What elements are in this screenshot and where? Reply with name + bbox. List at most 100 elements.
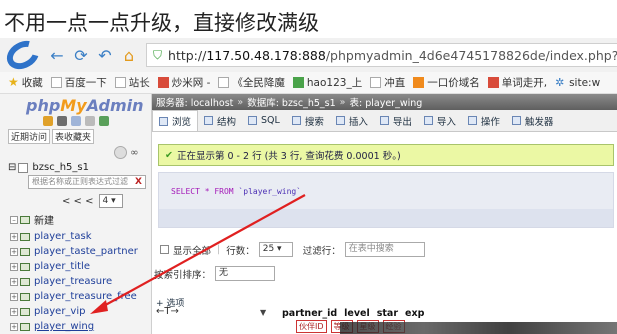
gear-icon: ✲ (555, 76, 565, 89)
bookmark-item[interactable]: 《全民降魔 (218, 75, 285, 90)
tree-table-item[interactable]: + player_vip (10, 304, 138, 319)
filter-placeholder: 根据名称或正则表达式过滤 (32, 177, 128, 186)
table-icon (20, 307, 30, 316)
pager-page-select[interactable]: 4 ▾ (98, 194, 123, 208)
browser-toolbar: ← ⟳ ↶ ⌂ ⛉ http://117.50.48.178:888/phpmy… (0, 35, 617, 75)
tab-search[interactable]: 搜索 (286, 110, 330, 131)
tab-insert[interactable]: 插入 (330, 110, 374, 131)
collapse-link-control[interactable]: ∞ (114, 146, 139, 159)
expand-icon: + (10, 307, 18, 316)
tab-export[interactable]: 导出 (374, 110, 418, 131)
structure-icon (204, 116, 214, 125)
tab-structure[interactable]: 结构 (198, 110, 242, 131)
pager-prev-button[interactable]: < < < (62, 196, 94, 207)
bookmark-item[interactable]: 冲直 (370, 75, 405, 90)
tab-triggers[interactable]: 触发器 (506, 110, 560, 131)
back-icon[interactable]: ← (46, 44, 68, 66)
bookmark-item[interactable]: ✲ site:w (555, 77, 600, 89)
table-pager: < < < 4 ▾ (62, 194, 123, 208)
tab-recent[interactable]: 近期访问 (8, 128, 51, 144)
table-icon (20, 322, 30, 331)
logo-my: My (60, 96, 87, 115)
breadcrumb-table[interactable]: 表: player_wing (349, 95, 422, 109)
bookmark-item[interactable]: 单词走开, (487, 75, 547, 90)
expand-icon: + (10, 262, 18, 271)
column-header[interactable]: exp (405, 308, 424, 319)
bookmark-item[interactable]: 一口价域名 (413, 75, 480, 90)
tree-table-item[interactable]: + player_task (10, 229, 138, 244)
tab-operations[interactable]: 操作 (462, 110, 506, 131)
tab-browse[interactable]: 浏览 (152, 110, 199, 131)
expand-icon: ⊟ (8, 162, 17, 173)
column-arrows[interactable]: ←T→ (156, 306, 179, 317)
tree-item-label: player_treasure_free (34, 291, 137, 302)
tab-sql[interactable]: SQL (242, 110, 286, 131)
site-icon (292, 77, 304, 88)
reload-icon[interactable] (98, 116, 109, 126)
bookmark-label: hao123_上 (306, 77, 363, 89)
tree-table-item[interactable]: + player_treasure_free (10, 289, 138, 304)
rows-label: 行数： (226, 245, 255, 257)
tab-import[interactable]: 导入 (418, 110, 462, 131)
home-icon[interactable]: ⌂ (118, 44, 140, 66)
export-icon (379, 116, 389, 125)
filter-rows-label: 过滤行： (302, 245, 341, 257)
tree-new-item[interactable]: – 新建 (10, 212, 138, 227)
bookmark-item[interactable]: hao123_上 (292, 75, 363, 90)
tab-label: 结构 (217, 116, 237, 128)
site-icon (413, 77, 425, 88)
star-icon: ★ (8, 75, 19, 89)
show-all-checkbox[interactable] (160, 245, 169, 254)
bookmark-label: site:w (569, 76, 601, 89)
bookmark-item[interactable]: 百度一下 (50, 75, 107, 90)
tree-table-item-active[interactable]: + player_wing (10, 319, 138, 334)
db-tree-node[interactable]: ⊟ bzsc_h5_s1 (8, 162, 89, 173)
bookmark-favorites[interactable]: ★ 收藏 (8, 75, 43, 90)
expand-icon: + (10, 247, 18, 256)
filter-rows-input[interactable]: 在表中搜索 (344, 242, 425, 257)
sql-table-name: `player_wing` (238, 187, 302, 196)
settings-icon[interactable] (84, 116, 95, 126)
collapse-icon (114, 146, 127, 159)
docs-icon[interactable] (70, 116, 81, 126)
url-path: /phpmyadmin_4d6e4745178826de/index.php?d… (325, 47, 617, 63)
table-filter-input[interactable]: 根据名称或正则表达式过滤 X (28, 175, 146, 189)
rows-select[interactable]: 25 ▾ (258, 242, 293, 257)
breadcrumb-database[interactable]: 数据库: bzsc_h5_s1 (247, 95, 335, 109)
bookmark-label: 收藏 (21, 77, 43, 89)
expand-icon: + (10, 322, 18, 331)
home-icon[interactable] (42, 116, 53, 126)
bookmark-label: 百度一下 (64, 77, 107, 89)
address-bar[interactable]: ⛉ http://117.50.48.178:888/phpmyadmin_4d… (146, 43, 617, 67)
tree-table-item[interactable]: + player_taste_partner (10, 244, 138, 259)
breadcrumb-server[interactable]: 服务器: localhost (156, 95, 233, 109)
pma-quick-icons (0, 114, 151, 128)
expand-icon: – (10, 215, 18, 224)
expand-icon: + (10, 277, 18, 286)
column-header[interactable]: level (344, 308, 370, 319)
bookmark-item[interactable]: 炒米网 - (157, 75, 210, 90)
filter-rows-placeholder: 在表中搜索 (348, 244, 394, 254)
column-header[interactable]: star (377, 308, 398, 319)
table-icon (20, 277, 30, 286)
clear-filter-icon[interactable]: X (135, 176, 142, 188)
tree-table-item[interactable]: + player_treasure (10, 274, 138, 289)
url-host: 117.50.48.178:888 (206, 47, 326, 63)
column-header[interactable]: partner_id (282, 308, 337, 319)
tab-favorites[interactable]: 表收藏夹 (52, 128, 95, 144)
rows-value: 25 (262, 244, 275, 254)
sql-code: SELECT * FROM `player_wing` (171, 187, 301, 196)
tree-table-item[interactable]: + player_title (10, 259, 138, 274)
sort-select[interactable]: 无 (215, 266, 276, 281)
bookmark-item[interactable]: 站长 (114, 75, 150, 90)
check-icon: ✔ (165, 149, 173, 161)
sql-icon (248, 116, 258, 125)
exit-icon[interactable] (56, 116, 67, 126)
tree-item-label: player_taste_partner (34, 246, 138, 257)
pma-logo[interactable]: phpMyAdmin (0, 94, 151, 115)
pma-main-panel: 服务器: localhost» 数据库: bzsc_h5_s1» 表: play… (152, 94, 617, 334)
undo-icon[interactable]: ↶ (94, 44, 116, 66)
sort-dropdown-icon[interactable]: ▼ (260, 308, 266, 317)
refresh-icon[interactable]: ⟳ (70, 44, 92, 66)
sql-query-box: SELECT * FROM `player_wing` (158, 172, 614, 228)
